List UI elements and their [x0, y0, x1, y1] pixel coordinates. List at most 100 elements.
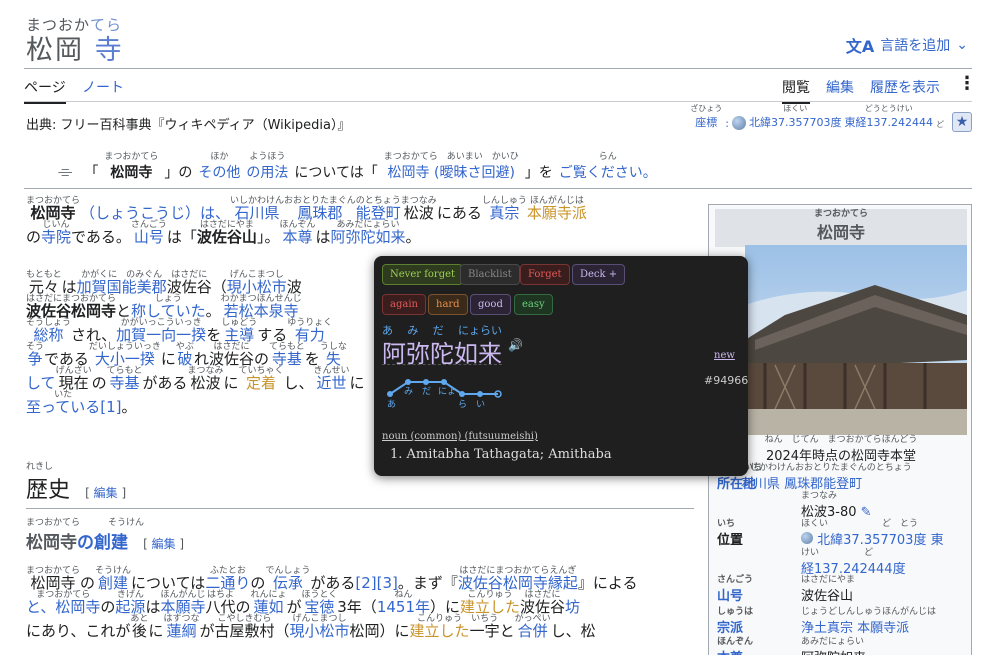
inline-text: と	[499, 622, 515, 640]
pitch-label: ら	[458, 399, 467, 410]
inline-link[interactable]: きげん 起源	[115, 590, 145, 615]
inline-link[interactable]: のとちょう 能登町	[356, 196, 401, 221]
grade-easy-button[interactable]: easy	[514, 294, 553, 315]
inline-link[interactable]: しんしゅう 真宗	[482, 196, 527, 221]
inline-link[interactable]: かがいっこういっき 加賀一向一揆	[116, 318, 206, 343]
inline-link[interactable]: あみだにょらい 阿弥陀如来	[330, 220, 405, 245]
infobox-coords-link[interactable]: 北緯37.357703度 東	[817, 533, 943, 548]
inline-link[interactable]: うしな失	[320, 342, 347, 367]
inline-link[interactable]: いしかわけん 石川県	[230, 196, 284, 221]
edit-pencil-icon[interactable]: ✎	[861, 505, 872, 520]
tab-read[interactable]: 閲覧	[782, 77, 810, 104]
inline-link[interactable]: まつおかてら と、松岡寺	[26, 590, 100, 615]
inline-link[interactable]: ほんがんじ 本願寺	[160, 590, 205, 615]
tab-history[interactable]: 履歴を表示	[870, 77, 940, 97]
inline-text: である	[44, 350, 89, 368]
inline-link[interactable]: はすつな 蓮綱	[163, 614, 199, 639]
disambiguation-link[interactable]: 松岡寺 (曖昧さ回避)	[388, 162, 515, 182]
inline-text: は	[61, 278, 77, 296]
inline-link[interactable]: こんりゅう 建立した	[410, 614, 470, 639]
inline-text: ）に	[379, 622, 410, 640]
inline-link[interactable]: しゅどう 主導	[221, 318, 257, 343]
inline-link[interactable]: げんこまつし 現小松市	[227, 270, 287, 295]
inline-link[interactable]: そうけん 創建	[95, 566, 131, 591]
inline-text: の	[26, 228, 42, 246]
inline-link[interactable]: ふたとお 二通り	[205, 566, 250, 591]
entry-id: #94966	[704, 374, 749, 387]
inline-link[interactable]: ていちゃく 定着	[238, 366, 283, 391]
add-to-deck-button[interactable]: Deck +	[572, 264, 626, 285]
add-language-button[interactable]: 文A 言語を追加 ⌄	[846, 33, 968, 57]
inline-link[interactable]: [2][3]	[355, 566, 398, 591]
inline-link[interactable]: やぶ破	[176, 342, 194, 367]
tab-note[interactable]: ノート	[82, 77, 124, 97]
coords-lat[interactable]: 北緯37.357703度	[749, 114, 842, 130]
infobox-location-link[interactable]: 石川県 鳳珠郡能登町	[741, 473, 909, 492]
tab-edit[interactable]: 編集	[826, 77, 854, 97]
inline-link[interactable]: じいん 寺院	[41, 220, 71, 245]
founding-edit-link[interactable]: [ 編集 ]	[143, 537, 184, 551]
inline-link[interactable]: ほんぞん 本尊	[279, 220, 315, 245]
inline-link[interactable]: ほうとく 宝徳	[302, 590, 338, 615]
inline-link[interactable]: ゆうりょく 有力	[287, 318, 332, 343]
infobox-sect-link[interactable]: 浄土真宗 本願寺派	[801, 617, 969, 636]
inline-link[interactable]: きんせい 近世	[314, 366, 350, 391]
history-edit-link[interactable]: [ 編集 ]	[85, 486, 126, 500]
inline-text: はちよ 八代	[205, 590, 236, 616]
blacklist-button[interactable]: Blacklist	[460, 264, 520, 285]
inline-link[interactable]: てらもと 寺基	[269, 342, 305, 367]
inline-link[interactable]: いた 至っている	[26, 390, 100, 415]
more-menu-icon[interactable]: ⋮	[958, 73, 976, 94]
inline-text: がある	[142, 374, 188, 392]
temple-photo[interactable]	[745, 245, 967, 435]
inline-link[interactable]: はさだにまつおかてらえんぎ 波佐谷松岡寺縁起	[458, 566, 578, 591]
inline-link[interactable]: ほんがんじは 本願寺派	[527, 196, 587, 221]
inline-text: まつおかてら 松岡寺	[26, 196, 81, 222]
hatnote-other-link[interactable]: その他	[198, 162, 240, 182]
coords-label[interactable]: 座標	[695, 114, 717, 130]
inline-text: まつなみ 松波	[187, 366, 224, 392]
tab-page[interactable]: ページ	[24, 77, 66, 104]
inline-link[interactable]: そうしょう 総称	[26, 318, 71, 343]
speaker-icon[interactable]: 🔊	[508, 338, 523, 352]
inline-link[interactable]: こんりゅう 建立した	[460, 590, 520, 615]
inline-link[interactable]: のみぐん 能美郡	[122, 270, 167, 295]
inline-text: を	[206, 326, 222, 344]
inline-text: する	[257, 326, 288, 344]
inline-link[interactable]: して	[26, 366, 56, 391]
forget-button[interactable]: Forget	[520, 264, 570, 285]
featured-star-icon[interactable]: ★	[952, 112, 972, 132]
inline-link[interactable]: でんしょう 伝承	[265, 566, 310, 591]
coords-lon[interactable]: 東経137.242444	[845, 114, 933, 130]
inline-text: 。まず『	[397, 574, 458, 592]
grade-hard-button[interactable]: hard	[428, 294, 468, 315]
inline-link[interactable]: そう争	[26, 342, 44, 367]
inline-link[interactable]: おおとりたまぐん 鳳珠郡	[284, 196, 356, 221]
never-forget-button[interactable]: Never forget	[382, 264, 464, 285]
text-line: のじいん 寺院 である。 さんごう 山号 は「 はさだにやま 波佐谷山 」。 ほんぞん 本尊 …	[26, 220, 694, 246]
founding-heading: まつおかてら そうけん 松岡寺の創建 [ 編集 ]	[26, 518, 185, 553]
inline-text: もともと 元々	[26, 270, 62, 296]
inline-link[interactable]: [1]	[100, 390, 121, 415]
inline-text: れ	[193, 350, 209, 368]
inline-link[interactable]: かがくに 加賀国	[77, 270, 122, 295]
inline-link[interactable]: だいしょういっき 大小一揆	[89, 342, 161, 367]
inline-text: いちう 一宇	[469, 614, 500, 640]
pitch-label: み	[404, 386, 413, 397]
inline-link[interactable]: わかまつほんせんじ 若松本泉寺	[221, 294, 302, 319]
inline-link[interactable]: げんこまつし 現小松市	[290, 614, 350, 639]
inline-text: 。	[205, 302, 221, 320]
inline-link[interactable]: さんごう 山号	[131, 220, 167, 245]
grade-again-button[interactable]: again	[382, 294, 426, 315]
inline-link[interactable]: がっぺい 合併	[515, 614, 551, 639]
grade-good-button[interactable]: good	[470, 294, 511, 315]
inline-link[interactable]: れんにょ 蓮如	[251, 590, 287, 615]
inline-link[interactable]: 坊	[565, 590, 580, 615]
inline-link[interactable]: （しょうこうじ）は、	[80, 196, 230, 221]
inline-link[interactable]: ねん 1451年	[377, 590, 430, 615]
inline-text: に	[160, 350, 176, 368]
inline-link[interactable]: てらもと 寺基	[107, 366, 143, 391]
inline-link[interactable]: しょう 称していた	[131, 294, 206, 319]
new-badge[interactable]: new	[714, 350, 735, 361]
chevron-down-icon: ⌄	[956, 37, 968, 53]
